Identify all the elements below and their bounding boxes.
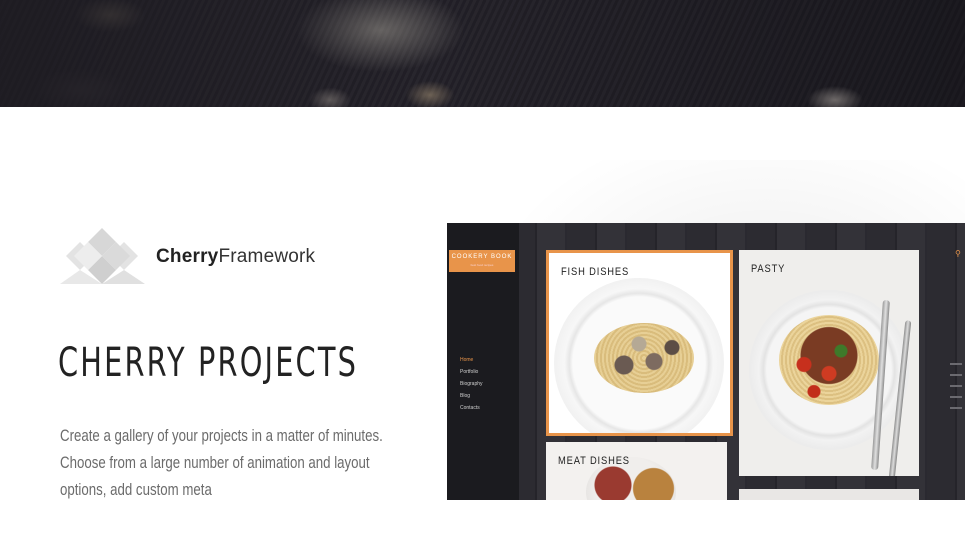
preview-card xyxy=(739,489,919,500)
preview-menu-item-blog: Blog xyxy=(460,393,471,399)
brand-name: CherryFramework xyxy=(156,246,315,268)
preview-menu-item-portfolio: Portfolio xyxy=(460,369,479,375)
preview-card-pasty: PASTY xyxy=(739,250,919,476)
preview-logo-subtitle: best food recipes xyxy=(470,263,494,267)
hero-food-image xyxy=(0,0,965,107)
fish-dish-food xyxy=(594,323,694,393)
card-label: PASTY xyxy=(751,263,786,275)
pasty-food xyxy=(779,315,879,405)
preview-menu-item-contacts: Contacts xyxy=(460,405,480,411)
preview-menu: Home Portfolio Biography Blog Contacts xyxy=(460,354,483,414)
menu-line xyxy=(950,363,962,365)
preview-right-menu xyxy=(950,363,962,418)
menu-line xyxy=(950,396,962,398)
search-icon: ⚲ xyxy=(955,249,961,258)
preview-card-meat-dishes: MEAT DISHES xyxy=(546,442,727,500)
preview-logo-title: COOKERY BOOK xyxy=(451,254,513,260)
theme-preview-screenshot: COOKERY BOOK best food recipes Home Port… xyxy=(447,223,965,500)
preview-menu-item-home: Home xyxy=(460,357,474,363)
hero-overlay xyxy=(0,0,965,107)
menu-line xyxy=(950,407,962,409)
card-label: FISH DISHES xyxy=(561,266,630,278)
page-title: CHERRY PROJECTS xyxy=(58,340,359,386)
preview-card-fish-dishes: FISH DISHES xyxy=(546,250,733,436)
menu-line xyxy=(950,374,962,376)
card-label: MEAT DISHES xyxy=(558,455,630,467)
preview-logo: COOKERY BOOK best food recipes xyxy=(449,250,515,272)
menu-line xyxy=(950,385,962,387)
brand-name-light: Framework xyxy=(218,246,316,267)
brand-name-bold: Cherry xyxy=(156,246,219,267)
preview-menu-item-biography: Biography xyxy=(460,381,483,387)
preview-sidebar: COOKERY BOOK best food recipes Home Port… xyxy=(447,223,519,500)
description-text: Create a gallery of your projects in a m… xyxy=(60,426,383,499)
cherry-framework-logo-icon xyxy=(60,228,145,284)
